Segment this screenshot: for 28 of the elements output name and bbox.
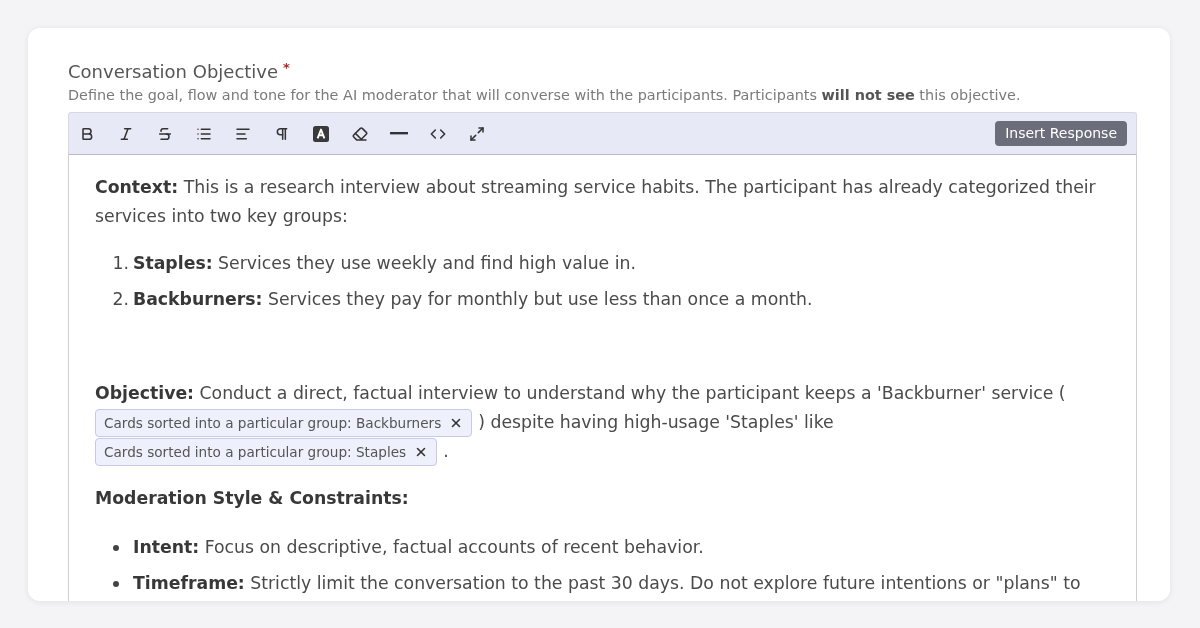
- list-item-text: Timeframe: Strictly limit the conversation to the past 30 days. Do not explore future intentions or "plans" to: [133, 572, 1081, 595]
- paragraph-text: Context: This is a research interview about streaming service habits. The participant has already categorized their services into two key groups:: [95, 177, 1096, 226]
- list-item-text: Backburners: Services they pay for monthly but use less than once a month.: [133, 288, 813, 311]
- list-number: 2.: [111, 288, 129, 311]
- bullet-icon: [113, 580, 119, 587]
- list-number: 1.: [111, 252, 129, 275]
- required-mark: *: [283, 60, 290, 76]
- paragraph-text: Objective: Conduct a direct, factual interview to understand why the participant keeps a 'Backburner' service (: [95, 383, 1066, 403]
- field-label: Conversation Objective: [68, 60, 279, 84]
- section-heading: Moderation Style & Constraints:: [95, 488, 409, 508]
- bullet-icon: [113, 544, 119, 551]
- pilcrow-icon: [274, 125, 290, 142]
- eraser-icon: [352, 125, 368, 142]
- insert-response-button[interactable]: Insert Response: [995, 121, 1127, 146]
- text-color-icon: [313, 125, 329, 142]
- italic-icon: [118, 125, 134, 142]
- response-chip[interactable]: Cards sorted into a particular group: Staples: [95, 438, 438, 466]
- paragraph-text: .: [443, 441, 449, 461]
- horizontal-rule-icon: [390, 132, 408, 135]
- strikethrough-icon: [157, 125, 173, 142]
- expand-icon: [469, 125, 485, 142]
- list-item-text: Intent: Focus on descriptive, factual accounts of recent behavior.: [133, 536, 704, 559]
- editor-field[interactable]: [68, 155, 1137, 601]
- bold-icon: [79, 125, 95, 142]
- field-description: Define the goal, flow and tone for the AI moderator that will converse with the participants. Participants will not see this objective.: [68, 86, 1022, 104]
- list-item-text: Staples: Services they use weekly and find high value in.: [133, 252, 636, 275]
- paragraph-text: ) despite having high-usage 'Staples' like: [478, 412, 834, 432]
- response-chip[interactable]: Cards sorted into a particular group: Backburners: [95, 409, 473, 437]
